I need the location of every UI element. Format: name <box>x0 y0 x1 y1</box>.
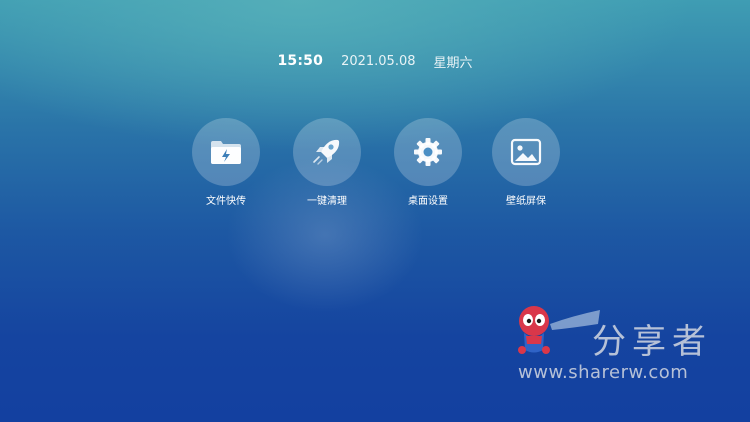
mascot-logo <box>518 306 600 354</box>
app-wallpaper-screensaver-label: 壁纸屏保 <box>506 196 546 207</box>
app-wallpaper-screensaver-circle[interactable] <box>492 118 560 186</box>
image-icon <box>510 138 542 166</box>
weekday-text: 星期六 <box>433 55 473 71</box>
gear-icon <box>414 138 442 166</box>
watermark: 分享者 www.sharerw.com <box>510 300 730 395</box>
app-one-click-clean-circle[interactable] <box>293 118 361 186</box>
app-desktop-settings-label: 桌面设置 <box>408 196 448 207</box>
watermark-name: 分享者 <box>592 322 712 362</box>
watermark-url: www.sharerw.com <box>518 362 689 383</box>
app-wallpaper-screensaver[interactable]: 壁纸屏保 <box>481 118 571 207</box>
folder-icon <box>211 141 241 164</box>
app-file-transfer-label: 文件快传 <box>206 196 246 207</box>
date-text: 2021.05.08 <box>341 53 416 69</box>
app-file-transfer[interactable]: 文件快传 <box>181 118 271 207</box>
app-desktop-settings-circle[interactable] <box>394 118 462 186</box>
app-one-click-clean[interactable]: 一键清理 <box>282 118 372 207</box>
status-bar: 15:50 2021.05.08 星期六 <box>0 50 750 72</box>
rocket-icon <box>313 139 340 165</box>
app-one-click-clean-label: 一键清理 <box>307 196 347 207</box>
app-file-transfer-circle[interactable] <box>192 118 260 186</box>
clock-time: 15:50 <box>277 53 324 69</box>
app-desktop-settings[interactable]: 桌面设置 <box>383 118 473 207</box>
